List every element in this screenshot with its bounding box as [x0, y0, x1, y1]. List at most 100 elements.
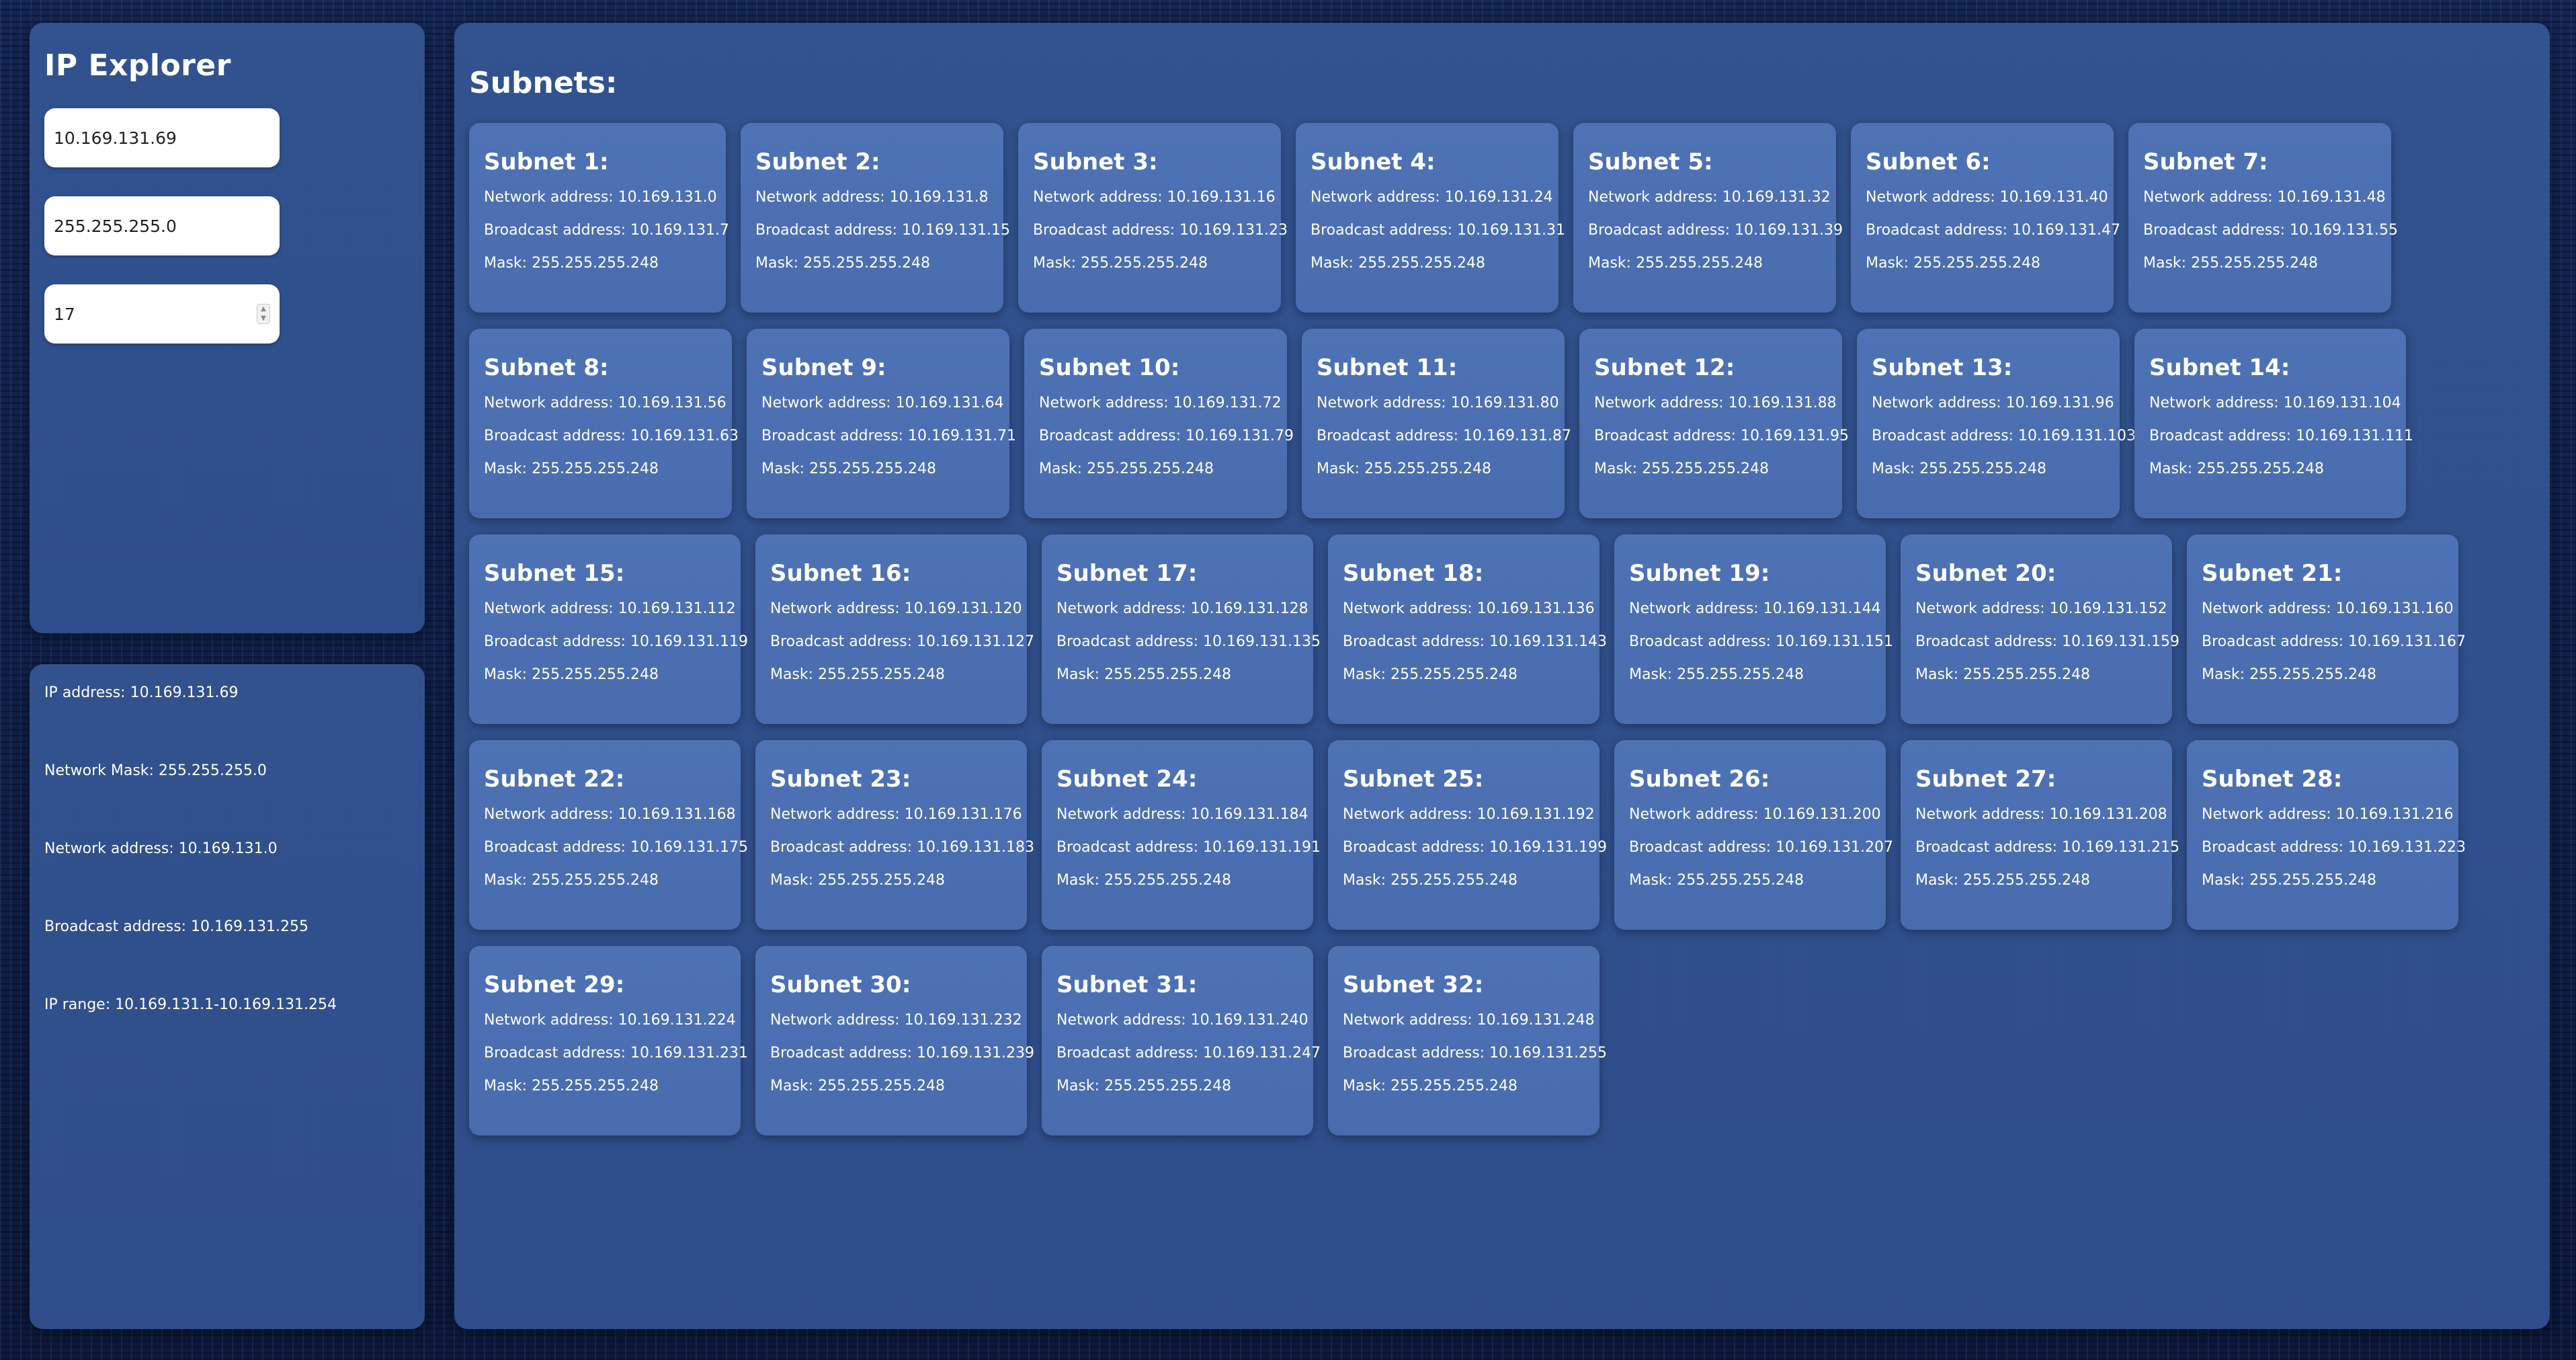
subnet-network-address: Network address: 10.169.131.104 — [2149, 395, 2401, 411]
subnet-card: Subnet 15: Network address: 10.169.131.11… — [469, 534, 748, 724]
subnet-mask: Mask: 255.255.255.248 — [761, 461, 937, 477]
subnet-network-address: Network address: 10.169.131.120 — [770, 600, 1022, 617]
subnet-mask: Mask: 255.255.255.248 — [484, 255, 659, 272]
subnet-network-address: Network address: 10.169.131.192 — [1343, 806, 1595, 823]
subnet-grid: Subnet 1: Network address: 10.169.131.0 Br… — [469, 123, 2535, 1135]
subnet-title: Subnet 26: — [1629, 766, 1770, 793]
subnet-broadcast-address: Broadcast address: 10.169.131.71 — [761, 428, 1017, 444]
subnet-title: Subnet 19: — [1629, 560, 1770, 587]
info-broadcast-address: Broadcast address: 10.169.131.255 — [44, 918, 309, 935]
subnet-title: Subnet 24: — [1056, 766, 1198, 793]
subnet-mask: Mask: 255.255.255.248 — [1056, 872, 1232, 889]
subnet-title: Subnet 10: — [1039, 354, 1180, 381]
subnet-broadcast-address: Broadcast address: 10.169.131.255 — [1343, 1045, 1608, 1062]
subnet-broadcast-address: Broadcast address: 10.169.131.87 — [1317, 428, 1572, 444]
subnet-broadcast-address: Broadcast address: 10.169.131.239 — [770, 1045, 1035, 1062]
subnet-title: Subnet 17: — [1056, 560, 1198, 587]
subnet-card: Subnet 13: Network address: 10.169.131.96… — [1857, 329, 2136, 518]
subnet-card: Subnet 21: Network address: 10.169.131.16… — [2187, 534, 2466, 724]
subnet-broadcast-address: Broadcast address: 10.169.131.95 — [1594, 428, 1850, 444]
subnet-mask: Mask: 255.255.255.248 — [1343, 666, 1518, 683]
subnet-title: Subnet 2: — [755, 149, 880, 175]
subnet-title: Subnet 6: — [1866, 149, 1991, 175]
subnet-title: Subnet 14: — [2149, 354, 2290, 381]
subnet-card: Subnet 5: Network address: 10.169.131.32 B… — [1573, 123, 1843, 313]
subnet-card: Subnet 20: Network address: 10.169.131.15… — [1901, 534, 2180, 724]
subnet-broadcast-address: Broadcast address: 10.169.131.39 — [1588, 222, 1843, 239]
subnet-mask: Mask: 255.255.255.248 — [484, 1078, 659, 1094]
subnet-mask: Mask: 255.255.255.248 — [1343, 872, 1518, 889]
subnet-card: Subnet 30: Network address: 10.169.131.23… — [755, 946, 1035, 1135]
subnet-card: Subnet 28: Network address: 10.169.131.21… — [2187, 740, 2466, 930]
subnet-broadcast-address: Broadcast address: 10.169.131.159 — [1915, 633, 2180, 650]
subnet-card: Subnet 22: Network address: 10.169.131.16… — [469, 740, 749, 930]
subnet-broadcast-address: Broadcast address: 10.169.131.175 — [484, 839, 749, 856]
subnet-broadcast-address: Broadcast address: 10.169.131.7 — [484, 222, 730, 239]
subnet-mask: Mask: 255.255.255.248 — [1629, 872, 1804, 889]
subnet-network-address: Network address: 10.169.131.112 — [484, 600, 736, 617]
subnet-card: Subnet 10: Network address: 10.169.131.72… — [1024, 329, 1294, 518]
subnet-broadcast-address: Broadcast address: 10.169.131.47 — [1866, 222, 2121, 239]
subnet-network-address: Network address: 10.169.131.144 — [1629, 600, 1881, 617]
subnet-title: Subnet 22: — [484, 766, 625, 793]
subnet-mask: Mask: 255.255.255.248 — [1056, 666, 1232, 683]
controls-panel: IP Explorer ▲ ▼ — [30, 23, 425, 633]
subnet-mask: Mask: 255.255.255.248 — [1317, 461, 1492, 477]
ip-address-input[interactable] — [52, 127, 270, 149]
subnet-broadcast-address: Broadcast address: 10.169.131.111 — [2149, 428, 2414, 444]
subnet-title: Subnet 5: — [1588, 149, 1713, 175]
subnet-mask: Mask: 255.255.255.248 — [1629, 666, 1804, 683]
subnet-mask: Mask: 255.255.255.248 — [1039, 461, 1214, 477]
subnet-broadcast-address: Broadcast address: 10.169.131.135 — [1056, 633, 1321, 650]
subnet-mask: Mask: 255.255.255.248 — [1033, 255, 1208, 272]
subnet-network-address: Network address: 10.169.131.16 — [1033, 189, 1276, 206]
subnet-card: Subnet 3: Network address: 10.169.131.16 B… — [1018, 123, 1288, 313]
subnet-card: Subnet 31: Network address: 10.169.131.24… — [1042, 946, 1321, 1135]
subnet-card: Subnet 24: Network address: 10.169.131.18… — [1042, 740, 1321, 930]
subnet-network-address: Network address: 10.169.131.232 — [770, 1012, 1022, 1029]
subnet-mask: Mask: 255.255.255.248 — [2202, 872, 2377, 889]
number-spinner[interactable]: ▲ ▼ — [257, 304, 270, 324]
subnet-broadcast-address: Broadcast address: 10.169.131.207 — [1629, 839, 1894, 856]
subnet-row: Subnet 15: Network address: 10.169.131.11… — [469, 534, 2535, 724]
subnet-broadcast-address: Broadcast address: 10.169.131.103 — [1872, 428, 2136, 444]
subnet-card: Subnet 1: Network address: 10.169.131.0 Br… — [469, 123, 730, 313]
network-mask-field[interactable] — [44, 196, 280, 255]
subnet-title: Subnet 8: — [484, 354, 609, 381]
subnet-title: Subnet 28: — [2202, 766, 2343, 793]
subnet-card: Subnet 11: Network address: 10.169.131.80… — [1302, 329, 1572, 518]
subnet-broadcast-address: Broadcast address: 10.169.131.183 — [770, 839, 1035, 856]
subnet-card: Subnet 19: Network address: 10.169.131.14… — [1614, 534, 1893, 724]
subnet-title: Subnet 9: — [761, 354, 886, 381]
subnet-row: Subnet 22: Network address: 10.169.131.16… — [469, 740, 2535, 930]
prefix-number-input[interactable] — [52, 303, 257, 325]
subnet-card: Subnet 14: Network address: 10.169.131.10… — [2134, 329, 2414, 518]
subnet-broadcast-address: Broadcast address: 10.169.131.15 — [755, 222, 1011, 239]
subnet-broadcast-address: Broadcast address: 10.169.131.223 — [2202, 839, 2466, 856]
subnet-mask: Mask: 255.255.255.248 — [770, 872, 946, 889]
subnet-network-address: Network address: 10.169.131.64 — [761, 395, 1004, 411]
info-network-address: Network address: 10.169.131.0 — [44, 840, 278, 857]
spinner-down-icon[interactable]: ▼ — [257, 314, 269, 323]
subnet-network-address: Network address: 10.169.131.240 — [1056, 1012, 1308, 1029]
ip-address-field[interactable] — [44, 108, 280, 167]
subnet-title: Subnet 3: — [1033, 149, 1158, 175]
subnet-mask: Mask: 255.255.255.248 — [1915, 872, 2091, 889]
subnet-title: Subnet 32: — [1343, 971, 1484, 998]
subnet-row: Subnet 1: Network address: 10.169.131.0 Br… — [469, 123, 2535, 313]
subnet-card: Subnet 17: Network address: 10.169.131.12… — [1042, 534, 1321, 724]
prefix-field[interactable]: ▲ ▼ — [44, 284, 280, 344]
subnet-network-address: Network address: 10.169.131.208 — [1915, 806, 2167, 823]
subnet-card: Subnet 25: Network address: 10.169.131.19… — [1328, 740, 1607, 930]
subnet-mask: Mask: 255.255.255.248 — [1594, 461, 1770, 477]
subnet-card: Subnet 9: Network address: 10.169.131.64 B… — [747, 329, 1017, 518]
subnet-title: Subnet 31: — [1056, 971, 1198, 998]
subnet-network-address: Network address: 10.169.131.128 — [1056, 600, 1308, 617]
subnet-mask: Mask: 255.255.255.248 — [1872, 461, 2047, 477]
subnet-network-address: Network address: 10.169.131.152 — [1915, 600, 2167, 617]
subnet-title: Subnet 27: — [1915, 766, 2056, 793]
spinner-up-icon[interactable]: ▲ — [257, 305, 269, 314]
subnet-broadcast-address: Broadcast address: 10.169.131.63 — [484, 428, 739, 444]
subnet-mask: Mask: 255.255.255.248 — [2202, 666, 2377, 683]
network-mask-input[interactable] — [52, 215, 270, 237]
